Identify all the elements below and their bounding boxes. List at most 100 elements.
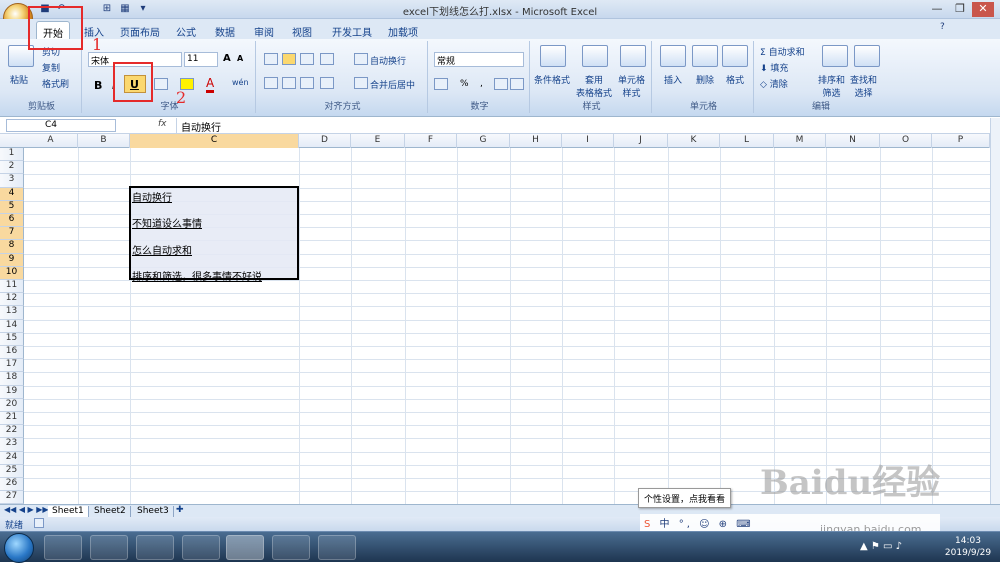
taskbar-explorer-icon[interactable] bbox=[90, 535, 128, 560]
align-bottom-icon[interactable] bbox=[300, 53, 314, 65]
decrease-decimal-icon[interactable] bbox=[510, 78, 524, 90]
sort-filter-button[interactable]: 排序和 筛选 bbox=[818, 73, 845, 99]
sheet-nav-icon[interactable]: ◀◀ ◀ ▶ ▶▶ bbox=[4, 505, 49, 514]
row-header[interactable]: 26 bbox=[0, 478, 24, 492]
border-icon[interactable] bbox=[154, 78, 168, 90]
taskbar-paint-icon[interactable] bbox=[272, 535, 310, 560]
row-header[interactable]: 2 bbox=[0, 161, 24, 175]
clear-button[interactable]: ◇ 清除 bbox=[760, 77, 788, 90]
row-header[interactable]: 6 bbox=[0, 214, 24, 228]
delete-cells-button[interactable]: 删除 bbox=[696, 73, 714, 86]
phonetic-button[interactable]: wén bbox=[232, 78, 249, 87]
column-header[interactable]: H bbox=[510, 134, 562, 148]
number-format-select[interactable]: 常规 bbox=[434, 52, 524, 67]
row-header[interactable]: 17 bbox=[0, 359, 24, 373]
autosum-button[interactable]: Σ 自动求和 bbox=[760, 45, 805, 58]
taskbar-excel-icon[interactable] bbox=[226, 535, 264, 560]
formula-input[interactable]: 自动换行 bbox=[176, 118, 986, 134]
increase-decimal-icon[interactable] bbox=[494, 78, 508, 90]
insert-function-button[interactable]: fx bbox=[158, 119, 172, 132]
tab-data[interactable]: 数据 bbox=[209, 21, 241, 39]
new-sheet-icon[interactable]: ✚ bbox=[176, 505, 184, 515]
merge-center-button[interactable]: 合并后居中 bbox=[370, 78, 415, 91]
paste-button[interactable]: 粘贴 bbox=[10, 73, 28, 86]
column-header[interactable]: D bbox=[299, 134, 351, 148]
find-select-button[interactable]: 查找和 选择 bbox=[850, 73, 877, 99]
sheet-tab-2[interactable]: Sheet2 bbox=[90, 506, 131, 517]
currency-icon[interactable] bbox=[434, 78, 448, 90]
column-header[interactable]: M bbox=[774, 134, 826, 148]
font-color-button[interactable]: A bbox=[206, 76, 215, 93]
row-header[interactable]: 27 bbox=[0, 491, 24, 505]
tab-formulas[interactable]: 公式 bbox=[170, 21, 202, 39]
indent-icon[interactable] bbox=[320, 77, 334, 89]
cell-c8[interactable]: 怎么自动求和 bbox=[132, 242, 192, 257]
row-header[interactable]: 19 bbox=[0, 385, 24, 399]
fill-button[interactable]: ⬇ 填充 bbox=[760, 61, 788, 74]
copy-button[interactable]: 复制 bbox=[42, 61, 60, 74]
align-top-icon[interactable] bbox=[264, 53, 278, 65]
align-left-icon[interactable] bbox=[264, 77, 278, 89]
wrap-text-button[interactable]: 自动换行 bbox=[370, 54, 406, 67]
bold-button[interactable]: B bbox=[94, 79, 102, 92]
cell-c10[interactable]: 排序和筛选，很多事情不好说 bbox=[132, 268, 262, 283]
help-icon[interactable]: ? bbox=[940, 22, 945, 32]
cell-styles-button[interactable]: 单元格 样式 bbox=[618, 73, 645, 99]
row-header[interactable]: 7 bbox=[0, 227, 24, 241]
row-header[interactable]: 5 bbox=[0, 200, 24, 214]
tab-developer[interactable]: 开发工具 bbox=[326, 21, 378, 39]
format-cells-button[interactable]: 格式 bbox=[726, 73, 744, 86]
taskbar-mail-icon[interactable] bbox=[44, 535, 82, 560]
percent-button[interactable]: % bbox=[460, 79, 469, 89]
tab-addins[interactable]: 加载项 bbox=[382, 21, 424, 39]
row-header[interactable]: 8 bbox=[0, 240, 24, 254]
column-header[interactable]: E bbox=[351, 134, 405, 148]
column-header[interactable]: L bbox=[720, 134, 774, 148]
column-header[interactable]: B bbox=[78, 134, 130, 148]
clock[interactable]: 14:03 2019/9/29 bbox=[938, 535, 998, 559]
table-format-button[interactable]: 套用 表格格式 bbox=[576, 73, 612, 99]
macro-record-icon[interactable] bbox=[34, 518, 44, 528]
shrink-font-button[interactable]: A bbox=[237, 54, 243, 63]
align-middle-icon[interactable] bbox=[282, 53, 296, 65]
row-header[interactable]: 16 bbox=[0, 346, 24, 360]
row-header[interactable]: 3 bbox=[0, 174, 24, 188]
tray-icons[interactable]: ▲ ⚑ ▭ ♪ bbox=[860, 541, 902, 552]
row-header[interactable]: 1 bbox=[0, 148, 24, 162]
column-header[interactable]: F bbox=[405, 134, 457, 148]
tab-view[interactable]: 视图 bbox=[286, 21, 318, 39]
insert-cells-button[interactable]: 插入 bbox=[664, 73, 682, 86]
column-header[interactable]: G bbox=[457, 134, 510, 148]
conditional-format-button[interactable]: 条件格式 bbox=[534, 73, 570, 86]
font-size-select[interactable]: 11 bbox=[184, 52, 218, 67]
sheet-tab-1[interactable]: Sheet1 bbox=[48, 506, 89, 517]
row-header[interactable]: 9 bbox=[0, 253, 24, 267]
align-right-icon[interactable] bbox=[300, 77, 314, 89]
comma-button[interactable]: , bbox=[480, 79, 483, 89]
cell-c6[interactable]: 不知道设么事情 bbox=[132, 215, 202, 230]
taskbar-presentation-icon[interactable] bbox=[136, 535, 174, 560]
row-header[interactable]: 23 bbox=[0, 438, 24, 452]
maximize-button[interactable]: ❐ bbox=[949, 2, 971, 17]
row-header[interactable]: 11 bbox=[0, 280, 24, 294]
format-painter-button[interactable]: 格式刷 bbox=[42, 77, 69, 90]
quick-access-icon[interactable]: ⊞ bbox=[100, 3, 114, 16]
tab-review[interactable]: 审阅 bbox=[248, 21, 280, 39]
row-header[interactable]: 18 bbox=[0, 372, 24, 386]
vertical-scrollbar[interactable] bbox=[990, 118, 1000, 504]
tab-page-layout[interactable]: 页面布局 bbox=[114, 21, 166, 39]
column-header[interactable]: O bbox=[880, 134, 932, 148]
column-header[interactable]: C bbox=[130, 134, 299, 148]
name-box[interactable]: C4 bbox=[6, 119, 116, 132]
sheet-tab-3[interactable]: Sheet3 bbox=[133, 506, 174, 517]
row-header[interactable]: 10 bbox=[0, 266, 24, 280]
column-header[interactable]: K bbox=[668, 134, 720, 148]
row-header[interactable]: 15 bbox=[0, 332, 24, 346]
row-header[interactable]: 14 bbox=[0, 319, 24, 333]
row-header[interactable]: 4 bbox=[0, 187, 24, 201]
taskbar-browser-icon[interactable] bbox=[318, 535, 356, 560]
row-header[interactable]: 24 bbox=[0, 451, 24, 465]
row-header[interactable]: 25 bbox=[0, 464, 24, 478]
start-button[interactable] bbox=[4, 533, 34, 563]
column-header[interactable]: P bbox=[932, 134, 990, 148]
